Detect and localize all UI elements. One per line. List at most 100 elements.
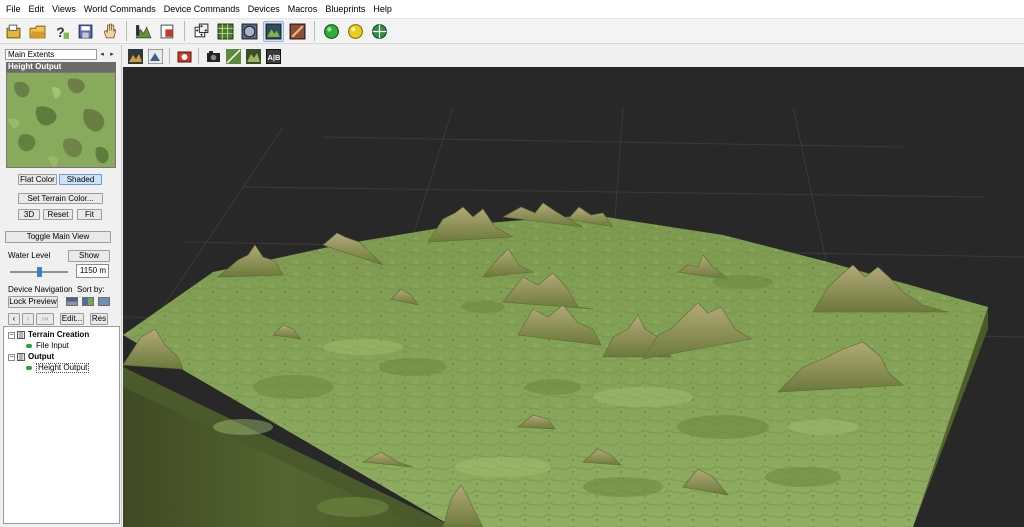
terrain-view-icon (265, 23, 282, 39)
yellow-light-icon (348, 23, 363, 39)
device-navigation-label: Device Navigation (8, 285, 73, 294)
export-button[interactable] (157, 21, 178, 42)
sort-type-icon[interactable] (82, 297, 94, 306)
texture-icon (289, 23, 306, 39)
menu-edit[interactable]: Edit (25, 0, 49, 19)
device-icon (26, 344, 32, 348)
prev-arrow-icon[interactable]: ◂ (97, 49, 107, 60)
world-button[interactable] (369, 21, 390, 42)
hand-button[interactable] (99, 21, 120, 42)
preview-title: Height Output (6, 62, 116, 72)
orbit-button[interactable] (126, 48, 144, 65)
dice-button[interactable] (191, 21, 212, 42)
lock-preview-button[interactable]: Lock Preview (8, 296, 58, 308)
toggle-main-view-button[interactable]: Toggle Main View (5, 231, 111, 243)
nav-last-button[interactable]: ›» (36, 313, 54, 325)
tree-group-terrain-creation[interactable]: − Terrain Creation (8, 330, 89, 340)
terrain-view-button[interactable] (244, 48, 262, 65)
flight-button[interactable] (146, 48, 164, 65)
terrain-3d-render (123, 106, 1024, 527)
water-level-slider[interactable] (10, 267, 68, 277)
tree-label: Height Output (36, 363, 90, 373)
ab-compare-button[interactable]: A|B (264, 48, 282, 65)
edit-button[interactable]: Edit... (60, 313, 84, 325)
globe-view-icon (241, 23, 258, 39)
terrain-view-icon (245, 48, 261, 64)
snapshot-icon (206, 50, 220, 62)
left-panel: Main Extents ◂ ▸ Height Output Flat Colo… (0, 45, 122, 527)
tree-label: Terrain Creation (28, 330, 90, 339)
hand-icon (103, 23, 117, 38)
open-button[interactable] (27, 21, 48, 42)
sort-list-icon[interactable] (66, 297, 78, 306)
grid-toggle-icon (225, 48, 241, 64)
green-light-button[interactable] (321, 21, 342, 42)
dice-icon (194, 23, 209, 37)
snapshot-button[interactable] (204, 48, 222, 65)
menu-views[interactable]: Views (48, 0, 80, 19)
3d-button[interactable]: 3D (18, 209, 40, 220)
camera-button[interactable] (175, 48, 193, 65)
shaded-button[interactable]: Shaded (59, 174, 102, 185)
svg-text:?: ? (56, 23, 64, 39)
main-toolbar: ? (0, 19, 1024, 44)
grid-button[interactable] (215, 21, 236, 42)
menu-macros[interactable]: Macros (284, 0, 322, 19)
menu-file[interactable]: File (2, 0, 25, 19)
world-icon (372, 23, 387, 39)
collapse-icon[interactable]: − (8, 331, 15, 339)
tree-label: File Input (36, 341, 69, 350)
3d-viewport[interactable] (123, 67, 1024, 527)
set-terrain-color-button[interactable]: Set Terrain Color... (18, 193, 103, 204)
water-level-field[interactable]: 1150 m (76, 264, 109, 278)
device-icon (26, 366, 32, 370)
tree-item-height-output[interactable]: Height Output (26, 363, 90, 373)
save-button[interactable] (75, 21, 96, 42)
tree-group-output[interactable]: − Output (8, 352, 54, 362)
globe-view-button[interactable] (239, 21, 260, 42)
ab-compare-icon: A|B (265, 48, 281, 64)
extents-field[interactable]: Main Extents (5, 49, 97, 60)
fit-button[interactable]: Fit (77, 209, 102, 220)
terrain-view-button[interactable] (263, 20, 284, 42)
app-window: File Edit Views World Commands Device Co… (0, 0, 1024, 527)
menu-devices[interactable]: Devices (244, 0, 284, 19)
menu-device-commands[interactable]: Device Commands (160, 0, 244, 19)
open-icon (29, 25, 46, 38)
menu-bar: File Edit Views World Commands Device Co… (0, 0, 1024, 19)
orbit-icon (127, 48, 143, 64)
collapse-icon[interactable]: − (8, 353, 15, 361)
yellow-light-button[interactable] (345, 21, 366, 42)
toolbar-separator (126, 21, 127, 41)
res-button[interactable]: Res (90, 313, 108, 325)
flight-icon (147, 48, 163, 64)
texture-button[interactable] (287, 21, 308, 42)
help-button[interactable]: ? (51, 21, 72, 42)
tree-item-file-input[interactable]: File Input (26, 341, 69, 351)
show-button[interactable]: Show (68, 250, 110, 262)
terrain-icon (135, 24, 152, 38)
group-icon (17, 353, 25, 361)
slider-thumb[interactable] (37, 267, 42, 277)
menu-world-commands[interactable]: World Commands (80, 0, 160, 19)
svg-text:A|B: A|B (267, 53, 281, 62)
terrain-map-image (7, 73, 115, 167)
nav-forward-button[interactable]: › (22, 313, 34, 325)
terrain-button[interactable] (133, 21, 154, 42)
menu-help[interactable]: Help (369, 0, 396, 19)
nav-back-button[interactable]: ‹ (8, 313, 20, 325)
tree-label: Output (28, 352, 55, 361)
grid-icon (217, 23, 234, 39)
sort-group-icon[interactable] (98, 297, 110, 306)
menu-blueprints[interactable]: Blueprints (321, 0, 369, 19)
next-arrow-icon[interactable]: ▸ (107, 49, 117, 60)
flat-color-button[interactable]: Flat Color (18, 174, 57, 185)
toolbar-separator (314, 21, 315, 41)
new-button[interactable] (3, 21, 24, 42)
grid-toggle-button[interactable] (224, 48, 242, 65)
export-icon (160, 24, 174, 38)
new-icon (6, 24, 21, 38)
green-light-icon (324, 23, 339, 39)
reset-button[interactable]: Reset (43, 209, 73, 220)
extents-selector: Main Extents ◂ ▸ (5, 49, 117, 61)
